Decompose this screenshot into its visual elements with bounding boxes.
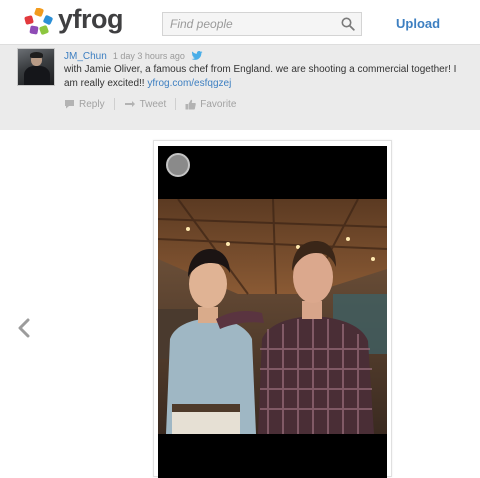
reply-icon xyxy=(65,100,74,109)
tweet-timestamp: 1 day 3 hours ago xyxy=(112,51,185,61)
avatar[interactable] xyxy=(17,48,55,86)
tweet-photo-link[interactable]: yfrog.com/esfqgzej xyxy=(147,78,231,89)
tweet-text: with Jamie Oliver, a famous chef from En… xyxy=(64,63,472,91)
retweet-label: Tweet xyxy=(139,98,167,110)
thumbs-up-icon xyxy=(185,99,197,109)
favorite-button[interactable]: Favorite xyxy=(185,99,236,110)
reply-button[interactable]: Reply xyxy=(64,99,105,110)
previous-photo-button[interactable] xyxy=(14,316,34,340)
search-button[interactable] xyxy=(335,13,361,35)
logo-mark-icon xyxy=(24,8,53,35)
favorite-label: Favorite xyxy=(200,98,237,110)
chevron-left-icon xyxy=(18,318,30,338)
search-box xyxy=(162,12,362,36)
search-icon xyxy=(341,17,355,31)
tweet-body: with Jamie Oliver, a famous chef from En… xyxy=(64,64,457,89)
upload-link[interactable]: Upload xyxy=(396,16,440,31)
logo-text: yfrog xyxy=(58,4,124,34)
twitter-bird-icon xyxy=(191,51,203,60)
photo-viewer[interactable] xyxy=(158,146,387,478)
search-input[interactable] xyxy=(163,13,335,35)
tweet-actions: Reply Tweet Favorite xyxy=(64,97,236,111)
retweet-button[interactable]: Tweet xyxy=(124,98,167,110)
tweet-meta: JM_Chun 1 day 3 hours ago xyxy=(64,49,203,63)
main-photo xyxy=(158,199,387,434)
divider xyxy=(113,98,115,110)
retweet-icon xyxy=(124,101,135,107)
tweet-panel: JM_Chun 1 day 3 hours ago with Jamie Oli… xyxy=(0,44,480,130)
photo-overlay-button[interactable] xyxy=(166,153,190,177)
reply-label: Reply xyxy=(79,98,105,110)
photo-frame xyxy=(153,140,392,478)
yfrog-logo[interactable]: yfrog xyxy=(24,4,139,38)
username-link[interactable]: JM_Chun xyxy=(64,51,107,62)
top-bar: yfrog Upload xyxy=(0,0,480,44)
divider xyxy=(175,98,177,110)
